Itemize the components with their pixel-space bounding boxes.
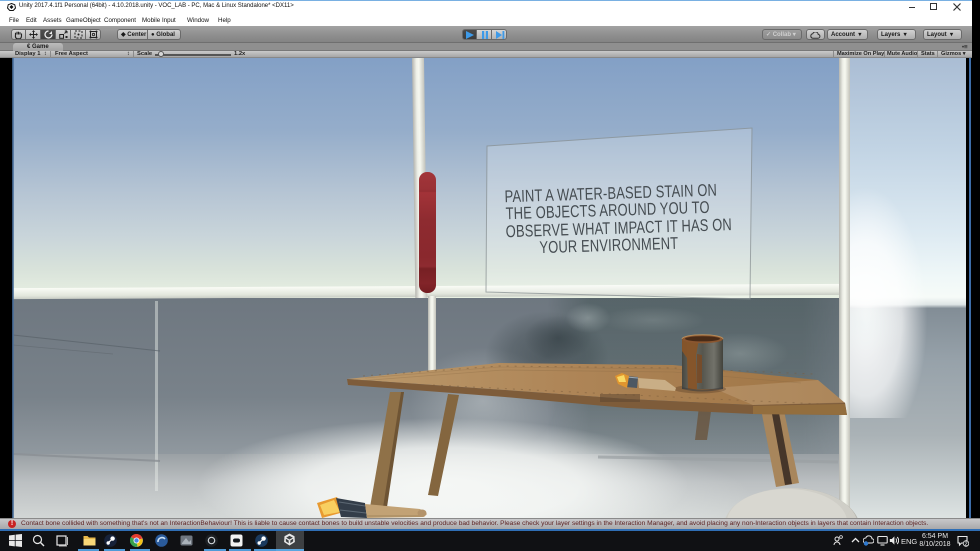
svg-text:2: 2 bbox=[964, 541, 967, 547]
